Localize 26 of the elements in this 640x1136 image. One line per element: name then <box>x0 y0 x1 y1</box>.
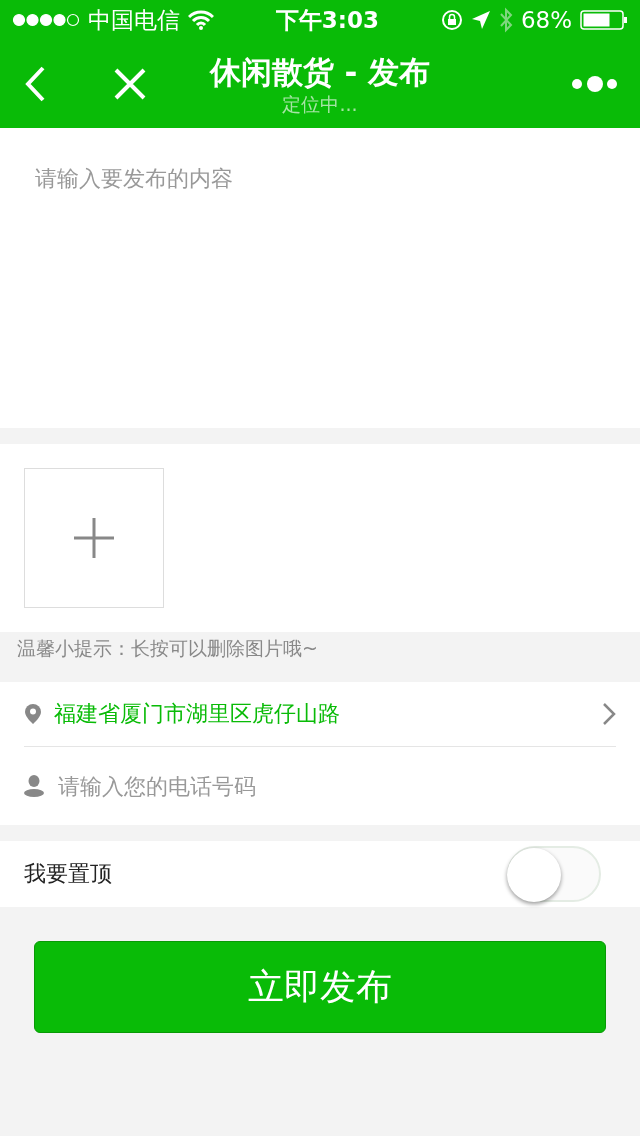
hint-text: 温馨小提示：长按可以删除图片哦~ <box>17 637 318 659</box>
page-title: 休闲散货 - 发布 <box>209 53 431 92</box>
page-subtitle: 定位中... <box>282 92 358 116</box>
map-pin-icon <box>24 703 42 725</box>
publish-button[interactable]: 立即发布 <box>34 941 606 1033</box>
rotation-lock-icon <box>440 9 463 31</box>
pin-top-toggle[interactable] <box>507 846 601 902</box>
person-icon <box>24 775 44 797</box>
battery-percent: 68% <box>520 7 572 33</box>
location-link[interactable]: 福建省厦门市湖里区虎仔山路 <box>54 699 590 729</box>
status-time: 下午3:03 <box>275 5 380 35</box>
chevron-right-icon <box>602 702 616 726</box>
content-field[interactable]: 请输入要发布的内容 <box>0 128 640 428</box>
signal-icon <box>12 13 80 27</box>
pin-top-label: 我要置顶 <box>24 860 113 888</box>
more-icon <box>572 75 618 93</box>
phone-field[interactable]: 请输入您的电话号码 <box>56 772 616 800</box>
wifi-icon <box>188 10 214 30</box>
close-icon <box>113 67 147 101</box>
battery-icon <box>580 10 628 30</box>
carrier-name: 中国电信 <box>88 5 180 35</box>
plus-icon <box>72 516 116 560</box>
back-icon <box>23 65 47 103</box>
location-arrow-icon <box>470 10 491 30</box>
bluetooth-icon <box>498 7 513 33</box>
add-image-button[interactable] <box>24 468 164 608</box>
